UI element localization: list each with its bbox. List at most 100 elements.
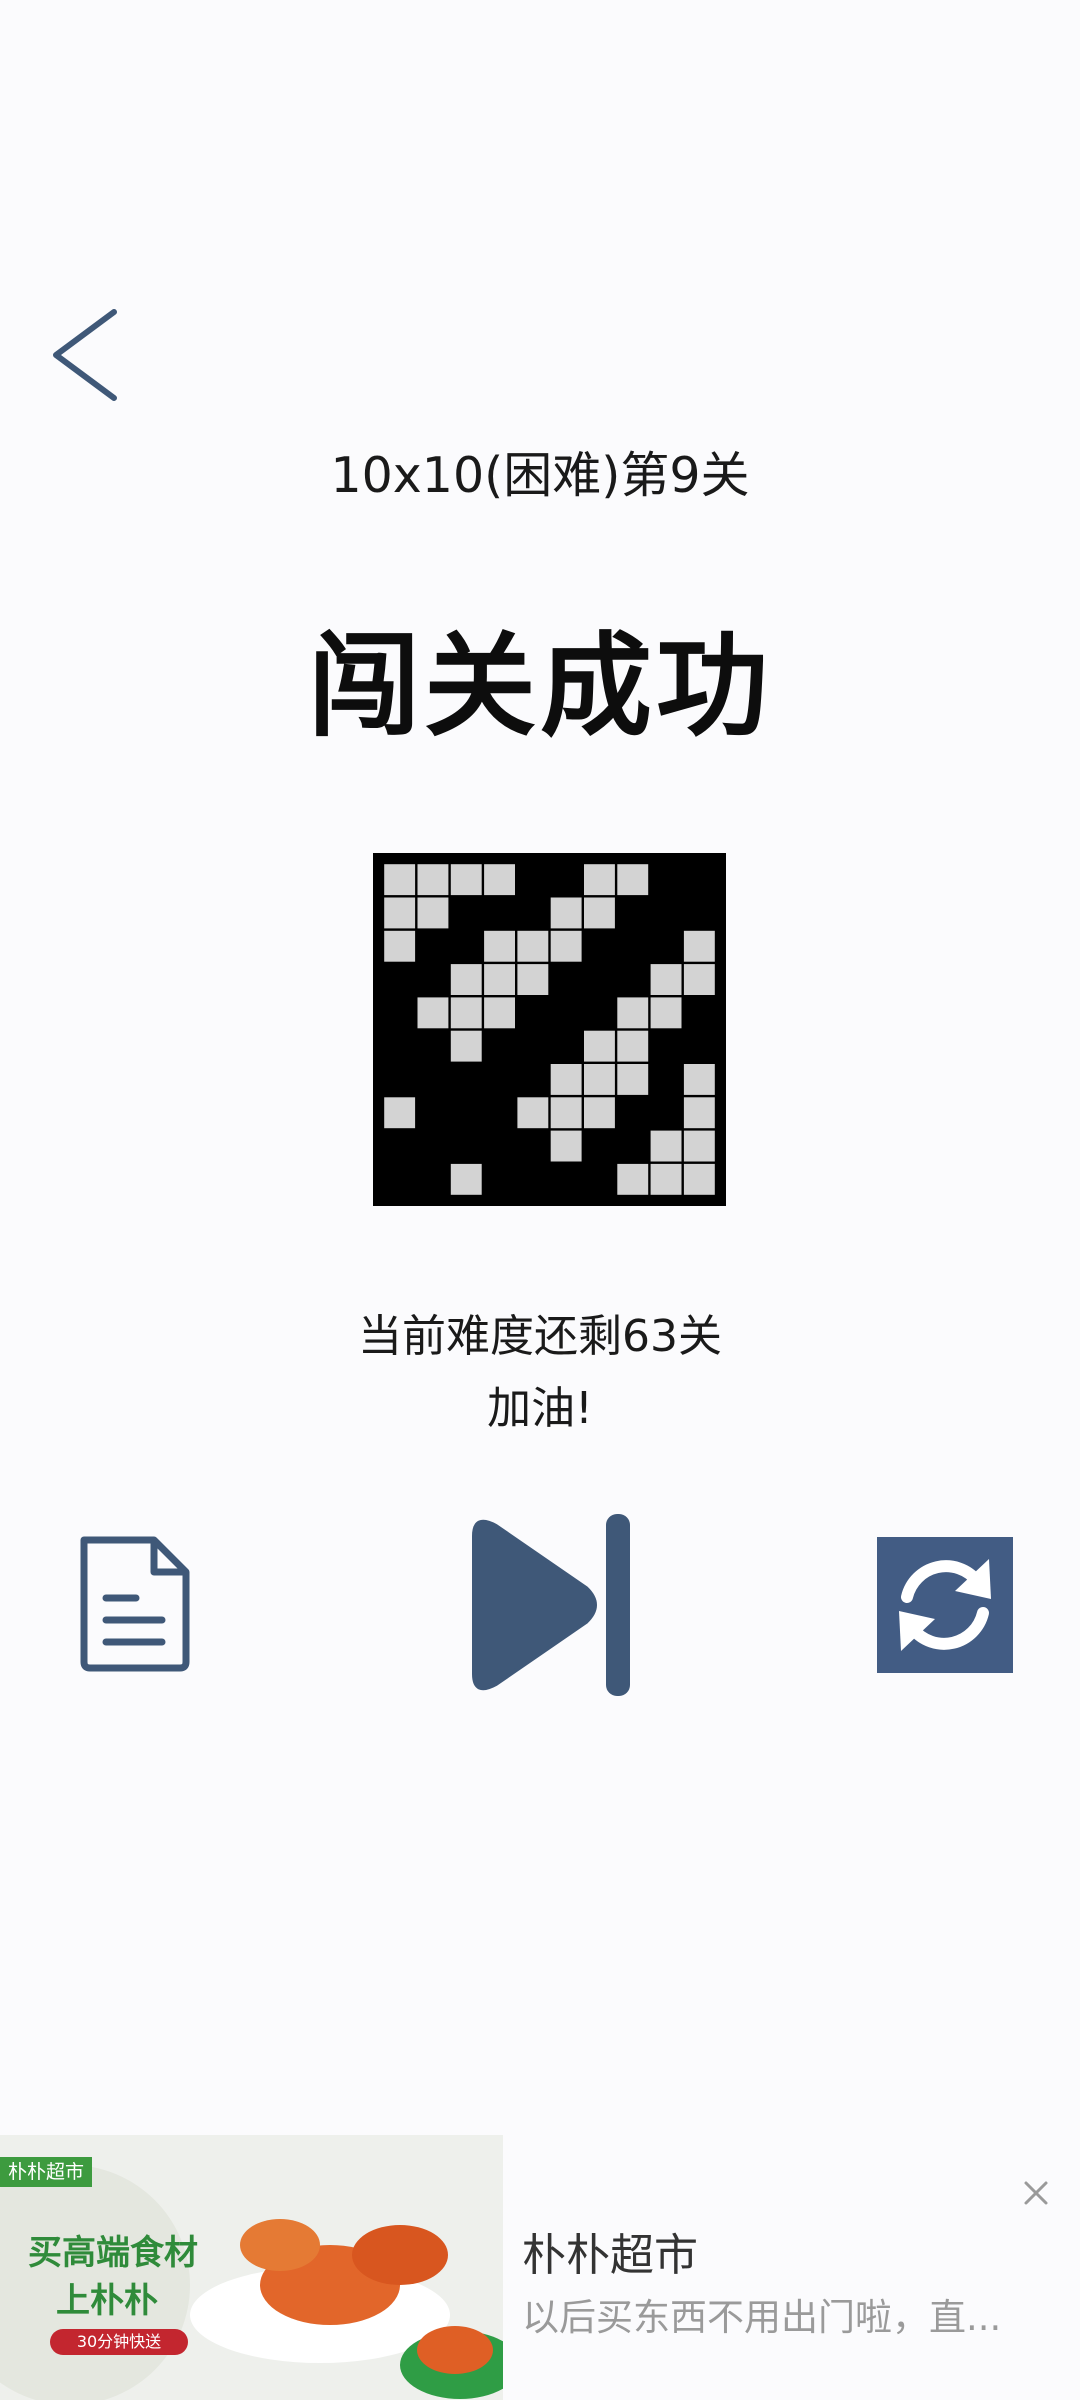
ad-slogan-line2: 上朴朴 — [56, 2281, 158, 2321]
board-cell-filled — [517, 897, 549, 929]
board-cell-filled — [384, 997, 416, 1029]
board-cell-filled — [650, 1097, 682, 1129]
board-cell-filled — [584, 930, 615, 962]
board-cell-empty — [617, 1064, 649, 1095]
board-cell-empty — [550, 1097, 582, 1129]
restart-button[interactable] — [877, 1537, 1013, 1673]
board-cell-empty — [650, 1130, 682, 1162]
cheer-text: 加油! — [487, 1383, 593, 1434]
close-icon — [1024, 2181, 1048, 2205]
board-cell-filled — [550, 864, 582, 896]
board-cell-filled — [683, 864, 715, 896]
board-cell-filled — [517, 1030, 549, 1062]
board-cell-empty — [683, 1064, 715, 1095]
board-cell-empty — [384, 864, 416, 896]
board-cell-empty — [517, 964, 549, 995]
ad-close-button[interactable] — [1018, 2175, 1054, 2211]
board-cell-filled — [650, 864, 682, 896]
board-cell-empty — [417, 997, 449, 1029]
board-cell-filled — [550, 964, 582, 995]
board-cell-filled — [650, 1030, 682, 1062]
board-cell-filled — [683, 1030, 715, 1062]
board-cell-empty — [584, 1030, 615, 1062]
result-title: 闯关成功 — [308, 622, 772, 752]
board-cell-filled — [584, 964, 615, 995]
board-cell-empty — [384, 930, 416, 962]
board-cell-filled — [550, 997, 582, 1029]
board-cell-filled — [450, 930, 482, 962]
ad-description[interactable]: 以后买东西不用出门啦，直... — [522, 2287, 1022, 2341]
board-cell-filled — [450, 1097, 482, 1129]
board-cell-empty — [450, 964, 482, 995]
board-cell-filled — [683, 997, 715, 1029]
board-cell-empty — [617, 1030, 649, 1062]
board-cell-filled — [450, 1064, 482, 1095]
board-cell-empty — [550, 1064, 582, 1095]
board-cell-filled — [584, 1163, 615, 1195]
document-icon — [80, 1536, 190, 1672]
board-cell-filled — [683, 897, 715, 929]
ad-image[interactable]: 朴朴超市 买高端食材 上朴朴 30分钟快送 — [0, 2135, 503, 2400]
board-cell-filled — [484, 1097, 515, 1129]
board-cell-filled — [617, 930, 649, 962]
board-cell-empty — [584, 1097, 615, 1129]
rules-button[interactable] — [74, 1534, 194, 1674]
board-cell-empty — [417, 897, 449, 929]
board-cell-empty — [517, 930, 549, 962]
board-cell-filled — [450, 1130, 482, 1162]
board-cell-filled — [617, 1097, 649, 1129]
board-cell-filled — [484, 1163, 515, 1195]
board-cell-filled — [450, 897, 482, 929]
board-cell-filled — [484, 897, 515, 929]
nonogram-board — [373, 853, 726, 1206]
board-cell-filled — [517, 1163, 549, 1195]
board-cell-filled — [584, 1130, 615, 1162]
board-cell-empty — [450, 1030, 482, 1062]
board-cell-filled — [650, 1064, 682, 1095]
board-cell-empty — [550, 897, 582, 929]
board-cell-empty — [584, 897, 615, 929]
board-cell-empty — [450, 997, 482, 1029]
board-cell-filled — [517, 864, 549, 896]
board-cell-filled — [417, 1163, 449, 1195]
level-title: 10x10(困难)第9关 — [330, 447, 750, 504]
board-cell-empty — [384, 1097, 416, 1129]
board-cell-empty — [617, 1163, 649, 1195]
board-cell-filled — [550, 1163, 582, 1195]
back-button[interactable] — [42, 302, 132, 412]
board-cell-filled — [484, 1130, 515, 1162]
board-cell-empty — [484, 864, 515, 896]
next-level-button[interactable] — [446, 1512, 636, 1698]
board-cell-filled — [384, 964, 416, 995]
board-cell-empty — [550, 1130, 582, 1162]
board-cell-filled — [417, 930, 449, 962]
board-cell-filled — [417, 1097, 449, 1129]
refresh-icon — [899, 1559, 991, 1651]
board-cell-empty — [384, 897, 416, 929]
board-cell-empty — [650, 964, 682, 995]
board-cell-filled — [417, 964, 449, 995]
board-cell-empty — [683, 930, 715, 962]
board-cell-filled — [550, 1030, 582, 1062]
ad-brand-tag: 朴朴超市 — [0, 2157, 93, 2187]
board-cell-filled — [650, 897, 682, 929]
board-cell-empty — [450, 1163, 482, 1195]
board-cell-filled — [650, 930, 682, 962]
board-cell-filled — [417, 1030, 449, 1062]
board-cell-empty — [584, 1064, 615, 1095]
ad-title[interactable]: 朴朴超市 — [522, 2219, 698, 2283]
board-cell-empty — [584, 864, 615, 896]
board-cell-empty — [550, 930, 582, 962]
ad-banner[interactable]: 朴朴超市 买高端食材 上朴朴 30分钟快送 朴朴超市 以后买东西不用出门啦，直.… — [0, 2135, 1080, 2400]
board-cell-filled — [384, 1130, 416, 1162]
board-cell-filled — [617, 1130, 649, 1162]
chevron-left-icon — [53, 309, 117, 401]
board-cell-filled — [584, 997, 615, 1029]
board-cell-filled — [484, 1064, 515, 1095]
board-cell-filled — [417, 1130, 449, 1162]
board-cell-empty — [650, 997, 682, 1029]
board-cell-empty — [650, 1163, 682, 1195]
board-cell-filled — [617, 964, 649, 995]
board-cell-empty — [484, 930, 515, 962]
board-cell-empty — [484, 997, 515, 1029]
